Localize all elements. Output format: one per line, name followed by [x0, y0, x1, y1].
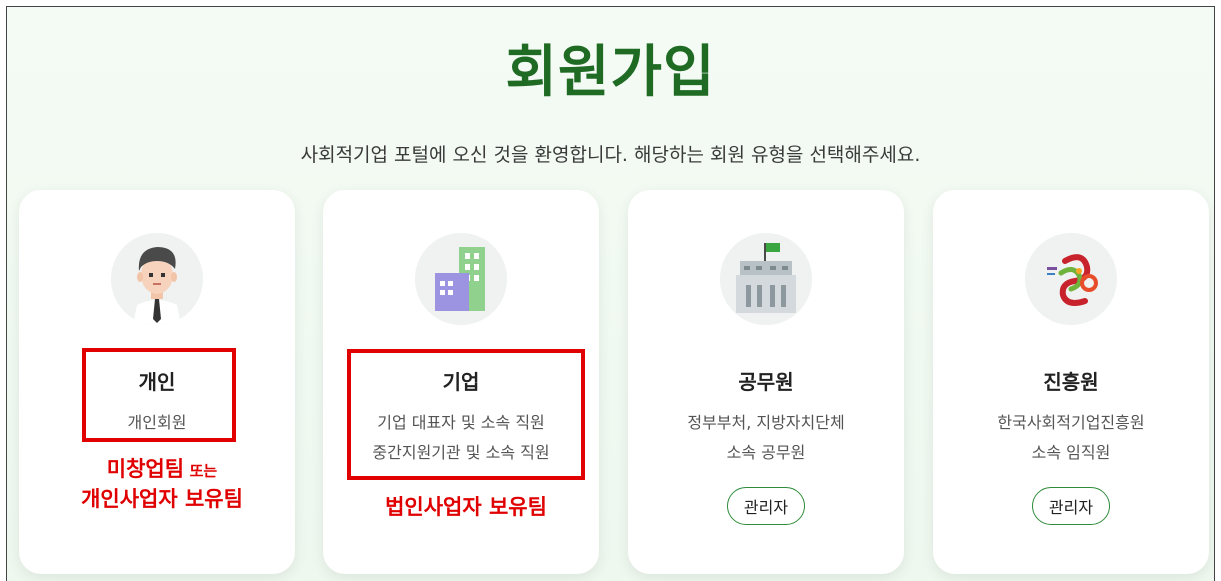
card-public-official-desc: 정부부처, 지방자치단체 소속 공무원	[628, 408, 904, 468]
signup-page: 회원가입 사회적기업 포털에 오신 것을 환영합니다. 해당하는 회원 유형을 …	[6, 6, 1215, 581]
annotation-individual-line-1: 미창업팀 또는	[47, 455, 277, 485]
card-agency[interactable]: 진흥원 한국사회적기업진흥원 소속 임직원 관리자	[933, 190, 1209, 574]
card-agency-name: 진흥원	[1043, 370, 1099, 394]
card-agency-desc-line-1: 한국사회적기업진흥원	[997, 413, 1145, 432]
page-title: 회원가입	[505, 40, 716, 105]
annotation-company: 법인사업자 보유팀	[385, 495, 547, 519]
annotation-box-company	[347, 349, 585, 480]
card-public-official-desc-line-2: 소속 공무원	[726, 443, 806, 462]
card-agency-desc: 한국사회적기업진흥원 소속 임직원	[933, 408, 1209, 468]
person-avatar-icon	[111, 233, 203, 325]
annotation-box-individual	[82, 348, 236, 442]
card-agency-desc-line-2: 소속 임직원	[1031, 443, 1111, 462]
card-public-official[interactable]: 공무원 정부부처, 지방자치단체 소속 공무원 관리자	[628, 190, 904, 574]
annotation-individual-main: 미창업팀	[106, 457, 185, 481]
agency-logo-icon	[1025, 233, 1117, 325]
annotation-individual-line-2: 개인사업자 보유팀	[81, 487, 243, 511]
annotation-individual-conj: 또는	[189, 462, 218, 480]
card-public-official-name: 공무원	[738, 370, 794, 394]
admin-button-public-official[interactable]: 관리자	[727, 487, 805, 525]
card-public-official-desc-line-1: 정부부처, 지방자치단체	[687, 413, 845, 432]
building-icon	[415, 233, 507, 325]
annotation-individual: 미창업팀 또는 개인사업자 보유팀	[47, 455, 277, 513]
page-subtitle: 사회적기업 포털에 오신 것을 환영합니다. 해당하는 회원 유형을 선택해주세…	[300, 144, 921, 166]
government-building-icon	[720, 233, 812, 325]
admin-button-agency[interactable]: 관리자	[1032, 487, 1110, 525]
